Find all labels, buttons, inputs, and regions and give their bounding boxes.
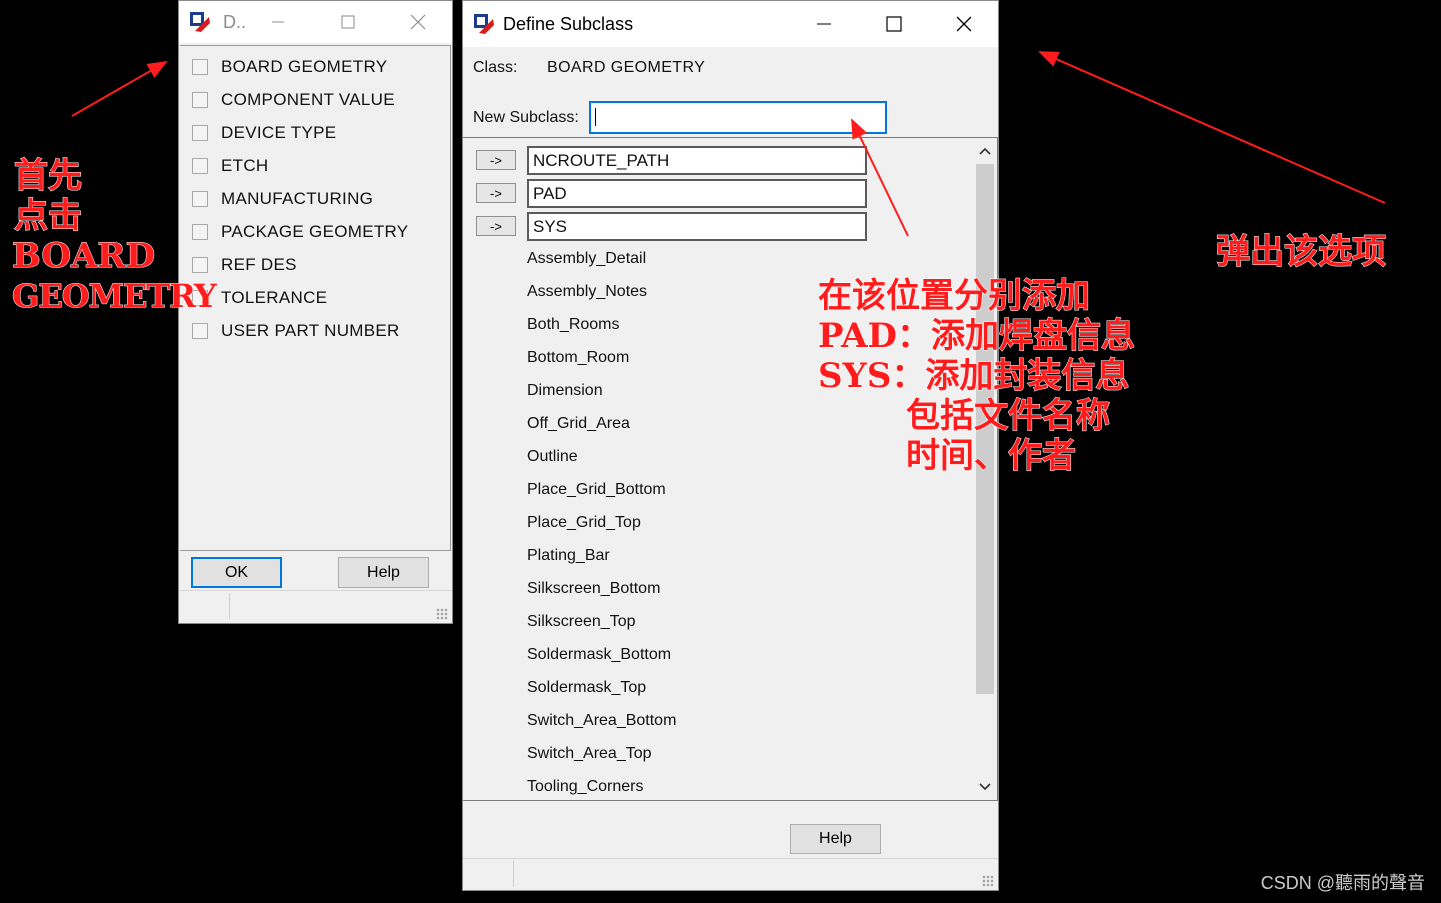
annotation-line: 点击 (14, 196, 83, 237)
annotation-line: GEOMETRY (12, 277, 218, 316)
annotation-line: 时间、作者 (906, 436, 1077, 477)
arrow-to-board-geometry (71, 61, 168, 117)
annotation-arrows (71, 51, 1386, 237)
arrow-to-define-subclass (1038, 51, 1386, 204)
annotation-middle: 在该位置分别添加 PAD：添加焊盘信息 SYS：添加封装信息 包括文件名称 时间… (818, 276, 1136, 477)
annotation-left: 首先 点击 BOARD GEOMETRY (12, 156, 218, 316)
annotation-line: 首先 (14, 156, 83, 197)
annotation-line: 在该位置分别添加 (818, 276, 1091, 317)
annotation-right: 弹出该选项 (1216, 232, 1387, 273)
annotation-line: BOARD (12, 236, 156, 277)
annotation-line: PAD：添加焊盘信息 (818, 316, 1136, 357)
annotation-line: 包括文件名称 (906, 396, 1111, 437)
arrow-to-new-subclass-input (851, 118, 909, 237)
watermark: CSDN @聽雨的聲音 (1260, 873, 1425, 893)
annotation-line: SYS：添加封装信息 (818, 356, 1130, 397)
